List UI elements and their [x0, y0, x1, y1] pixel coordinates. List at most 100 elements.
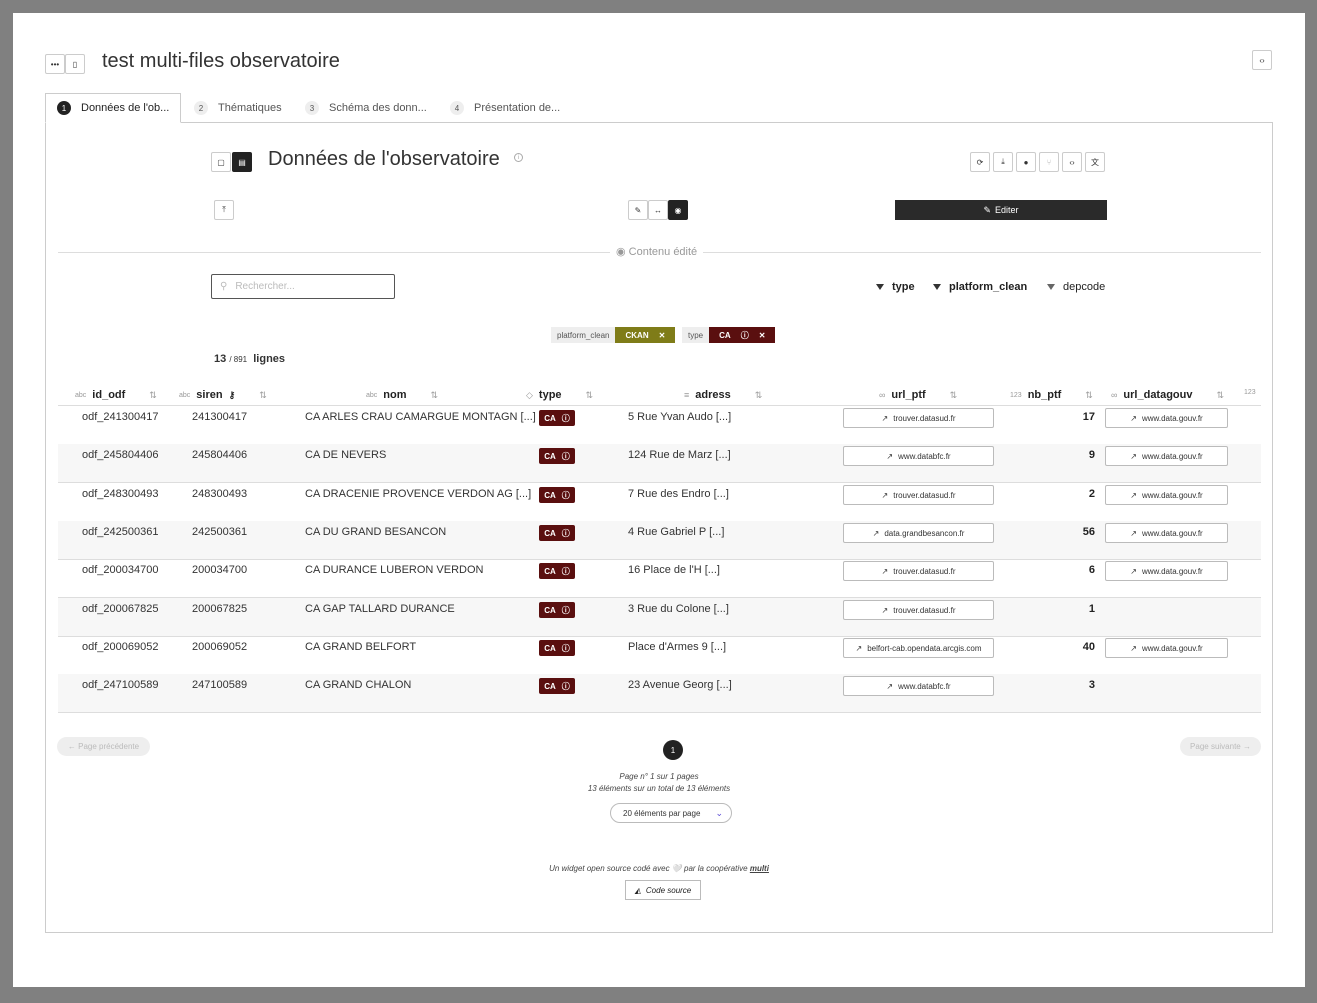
tab-number: 4	[450, 101, 464, 115]
col-header-id-odf[interactable]: abc id_odf ⇅	[75, 389, 157, 401]
refresh-icon-button[interactable]: ⟳	[970, 152, 990, 172]
col-header-nom[interactable]: abc nom ⇅	[366, 389, 438, 401]
tab-bar: 1 Données de l'ob... 2 Thématiques 3 Sch…	[45, 93, 1273, 123]
prev-page-button[interactable]: ← Page précédente	[57, 737, 150, 756]
url-datagouv-link[interactable]: ↗ www.data.gouv.fr	[1105, 561, 1228, 581]
pencil-icon-button[interactable]: ✎	[628, 200, 648, 220]
cell-nb-ptf: 17	[1082, 411, 1095, 423]
sort-icon[interactable]: ⇅	[259, 390, 267, 401]
tab-label: Présentation de...	[474, 102, 561, 114]
chip-value: CKAN ✕	[615, 327, 676, 343]
url-ptf-link[interactable]: ↗ trouver.datasud.fr	[843, 600, 994, 620]
col-header-siren[interactable]: abc siren ⚷ ⇅	[179, 389, 267, 401]
edit-button[interactable]: ✎ Editer	[895, 200, 1107, 220]
multi-link[interactable]: multi	[750, 864, 769, 873]
filter-platform-clean[interactable]: platform_clean	[933, 281, 1027, 293]
link-icon: ∞	[1111, 390, 1118, 400]
sort-icon[interactable]: ⇅	[1085, 390, 1093, 401]
filter-type[interactable]: type	[876, 281, 915, 293]
upload-icon-button[interactable]: ⤒	[214, 200, 234, 220]
number-type-icon: 123	[1010, 391, 1022, 399]
type-badge[interactable]: CA ⓘ	[539, 563, 575, 579]
embed-icon-button[interactable]: ‹›	[1062, 152, 1082, 172]
per-page-select[interactable]: 20 éléments par page ⌄	[610, 803, 732, 823]
url-ptf-link[interactable]: ↗ belfort-cab.opendata.arcgis.com	[843, 638, 994, 658]
sort-icon[interactable]: ⇅	[1217, 390, 1225, 401]
close-icon[interactable]: ✕	[759, 331, 766, 340]
url-ptf-link[interactable]: ↗ trouver.datasud.fr	[843, 561, 994, 581]
sort-icon[interactable]: ⇅	[950, 390, 958, 401]
page-number-button[interactable]: 1	[663, 740, 683, 760]
url-datagouv-link[interactable]: ↗ www.data.gouv.fr	[1105, 446, 1228, 466]
dots-icon-button[interactable]: •••	[45, 54, 65, 74]
type-badge[interactable]: CA ⓘ	[539, 525, 575, 541]
url-datagouv-link[interactable]: ↗ www.data.gouv.fr	[1105, 638, 1228, 658]
number-type-icon: 123	[1244, 389, 1256, 396]
col-header-url-datagouv[interactable]: ∞ url_datagouv ⇅	[1111, 389, 1224, 401]
url-datagouv-link[interactable]: ↗ www.data.gouv.fr	[1105, 523, 1228, 543]
type-badge[interactable]: CA ⓘ	[539, 410, 575, 426]
url-ptf-link[interactable]: ↗ trouver.datasud.fr	[843, 485, 994, 505]
external-link-icon: ↗	[855, 643, 863, 653]
url-ptf-link[interactable]: ↗ data.grandbesancon.fr	[843, 523, 994, 543]
search-input[interactable]: ⚲ Rechercher...	[211, 274, 395, 299]
next-page-button[interactable]: Page suivante →	[1180, 737, 1261, 756]
tab-presentation[interactable]: 4 Présentation de...	[450, 93, 560, 123]
sort-icon[interactable]: ⇅	[149, 390, 157, 401]
badge-label: CA	[544, 681, 556, 691]
url-ptf-link[interactable]: ↗ www.databfc.fr	[843, 676, 994, 696]
col-header-overflow: 123	[1244, 389, 1256, 396]
branch-icon-button[interactable]: ⑂	[1039, 152, 1059, 172]
url-ptf-link[interactable]: ↗ www.databfc.fr	[843, 446, 994, 466]
url-datagouv-link[interactable]: ↗ www.data.gouv.fr	[1105, 485, 1228, 505]
url-ptf-link[interactable]: ↗ trouver.datasud.fr	[843, 408, 994, 428]
row-divider	[58, 482, 1261, 483]
tab-thematiques[interactable]: 2 Thématiques	[194, 93, 282, 123]
col-header-url-ptf[interactable]: ∞ url_ptf ⇅	[879, 389, 957, 401]
row-divider	[58, 636, 1261, 637]
filter-label: type	[892, 281, 915, 293]
table-view-icon-button[interactable]: ▤	[232, 152, 252, 172]
tab-number: 2	[194, 101, 208, 115]
cell-siren: 247100589	[192, 679, 248, 691]
col-header-nb-ptf[interactable]: 123 nb_ptf ⇅	[1010, 389, 1093, 401]
filter-label: platform_clean	[949, 281, 1028, 293]
section-title: Données de l'observatoire	[268, 148, 500, 170]
download-icon-button[interactable]: ⤓	[993, 152, 1013, 172]
info-icon: ⓘ	[561, 566, 570, 576]
type-badge[interactable]: CA ⓘ	[539, 602, 575, 618]
active-filter-chip: type CA ⓘ ✕	[682, 327, 776, 343]
cell-nb-ptf: 3	[1088, 679, 1095, 691]
type-badge[interactable]: CA ⓘ	[539, 640, 575, 656]
file-icon-button[interactable]: ▯	[65, 54, 85, 74]
info-icon[interactable]: i	[514, 153, 523, 162]
sort-icon[interactable]: ⇅	[431, 390, 439, 401]
col-header-adress[interactable]: ≡ adress ⇅	[684, 389, 762, 401]
funnel-icon	[876, 284, 884, 290]
table-header-line	[58, 405, 1261, 406]
cell-id-odf: odf_247100589	[82, 679, 159, 691]
url-datagouv-link[interactable]: ↗ www.data.gouv.fr	[1105, 408, 1228, 428]
code-icon-button[interactable]: ‹›	[1252, 50, 1272, 70]
split-icon-button[interactable]: ↔	[648, 200, 668, 220]
translate-icon-button[interactable]: 文	[1085, 152, 1105, 172]
card-view-icon-button[interactable]: ▢	[211, 152, 231, 172]
sort-icon[interactable]: ⇅	[755, 390, 763, 401]
external-link-icon: ↗	[886, 681, 894, 691]
tab-number: 3	[305, 101, 319, 115]
source-code-button[interactable]: ◭ Code source	[625, 880, 701, 900]
user-icon-button[interactable]: ●	[1016, 152, 1036, 172]
col-header-type[interactable]: ◇ type ⇅	[526, 389, 593, 401]
type-badge[interactable]: CA ⓘ	[539, 678, 575, 694]
cell-adress: 3 Rue du Colone [...]	[628, 603, 729, 615]
tab-donnees[interactable]: 1 Données de l'ob...	[45, 93, 182, 123]
type-badge[interactable]: CA ⓘ	[539, 487, 575, 503]
type-badge[interactable]: CA ⓘ	[539, 448, 575, 464]
eye-icon-button[interactable]: ◉	[668, 200, 688, 220]
cell-siren: 242500361	[192, 526, 248, 538]
cell-nom: CA DRACENIE PROVENCE VERDON AG [...]	[305, 488, 532, 500]
filter-depcode[interactable]: depcode	[1047, 281, 1105, 293]
close-icon[interactable]: ✕	[659, 331, 666, 340]
sort-icon[interactable]: ⇅	[586, 390, 594, 401]
tab-schema[interactable]: 3 Schéma des donn...	[305, 93, 427, 123]
